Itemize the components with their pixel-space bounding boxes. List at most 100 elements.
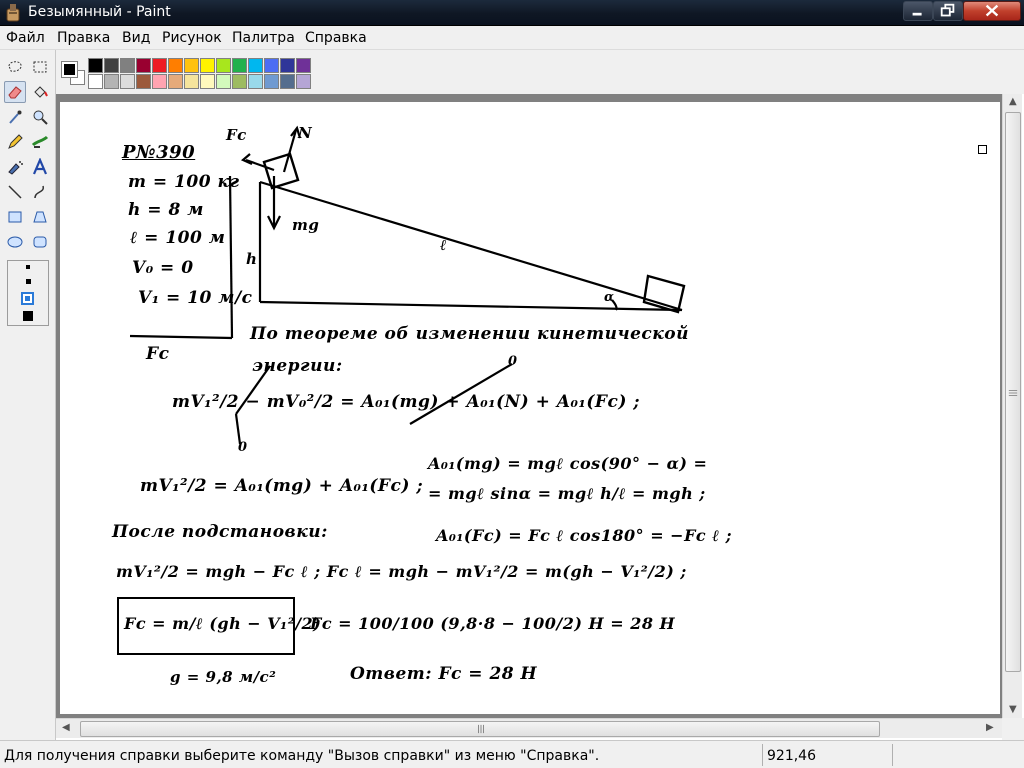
pencil-tool[interactable] bbox=[4, 131, 26, 153]
fill-tool[interactable] bbox=[29, 81, 51, 103]
color-swatch[interactable] bbox=[120, 74, 135, 89]
substitution-label: После подстановки: bbox=[112, 522, 328, 542]
eraser-size-xlarge[interactable] bbox=[23, 311, 33, 321]
scroll-left-icon[interactable]: ◀ bbox=[62, 722, 70, 733]
restore-button[interactable] bbox=[933, 1, 963, 21]
curve-icon bbox=[34, 185, 44, 199]
color-swatch[interactable] bbox=[296, 58, 311, 73]
color-swatch[interactable] bbox=[168, 58, 183, 73]
tool-options-box bbox=[7, 260, 49, 326]
current-colors[interactable] bbox=[60, 58, 86, 88]
eraser-tool[interactable] bbox=[4, 81, 26, 103]
cursor-coordinates: 921,46 bbox=[762, 744, 890, 766]
magnifier-icon bbox=[33, 110, 48, 125]
menu-edit[interactable]: Правка bbox=[57, 30, 110, 46]
given-length: ℓ = 100 м bbox=[130, 228, 226, 248]
rounded-rect-tool[interactable] bbox=[29, 231, 51, 253]
menu-view[interactable]: Вид bbox=[122, 30, 150, 46]
horizontal-scrollbar[interactable]: ◀ ▶ bbox=[56, 718, 1002, 738]
color-swatch[interactable] bbox=[184, 74, 199, 89]
color-swatch[interactable] bbox=[152, 58, 167, 73]
airbrush-tool[interactable] bbox=[4, 156, 26, 178]
mg-label: mg bbox=[292, 216, 320, 234]
polygon-icon bbox=[33, 211, 47, 223]
magnifier-tool[interactable] bbox=[29, 106, 51, 128]
h-label: h bbox=[246, 250, 258, 268]
color-swatch[interactable] bbox=[232, 58, 247, 73]
free-select-icon bbox=[8, 61, 22, 72]
color-swatch[interactable] bbox=[184, 58, 199, 73]
close-button[interactable] bbox=[963, 1, 1021, 21]
canvas-resize-handle[interactable] bbox=[978, 145, 987, 154]
brush-tool[interactable] bbox=[29, 131, 51, 153]
minimize-button[interactable] bbox=[903, 1, 933, 21]
color-swatch[interactable] bbox=[152, 74, 167, 89]
restore-icon bbox=[940, 3, 955, 17]
color-swatch[interactable] bbox=[248, 74, 263, 89]
status-help-text: Для получения справки выберите команду "… bbox=[4, 748, 600, 764]
color-swatch[interactable] bbox=[200, 74, 215, 89]
scroll-right-icon[interactable]: ▶ bbox=[986, 722, 994, 733]
color-swatch[interactable] bbox=[264, 74, 279, 89]
menu-bar: Файл Правка Вид Рисунок Палитра Справка bbox=[0, 26, 1024, 50]
rectangle-tool[interactable] bbox=[4, 206, 26, 228]
color-swatch[interactable] bbox=[200, 58, 215, 73]
color-swatch[interactable] bbox=[88, 58, 103, 73]
color-swatch[interactable] bbox=[136, 58, 151, 73]
color-swatch[interactable] bbox=[296, 74, 311, 89]
horizontal-scroll-thumb[interactable] bbox=[80, 721, 880, 737]
color-swatch[interactable] bbox=[248, 58, 263, 73]
ellipse-tool[interactable] bbox=[4, 231, 26, 253]
energy-equation: mV₁²/2 − mV₀²/2 = A₀₁(mg) + A₀₁(N) + A₀₁… bbox=[172, 392, 641, 412]
line-tool[interactable] bbox=[4, 181, 26, 203]
color-swatch[interactable] bbox=[232, 74, 247, 89]
rect-select-icon bbox=[33, 61, 47, 73]
tool-panel bbox=[0, 50, 56, 740]
alpha-label: α bbox=[604, 290, 615, 305]
brush-icon bbox=[31, 135, 49, 148]
vertical-scrollbar[interactable]: ▲ ▼ bbox=[1002, 94, 1022, 720]
given-v1: V₁ = 10 м/с bbox=[138, 288, 253, 308]
menu-file[interactable]: Файл bbox=[6, 30, 45, 46]
drawing-canvas[interactable]: Р№390 m = 100 кг h = 8 м ℓ = 100 м V₀ = … bbox=[60, 102, 1000, 714]
status-bar: Для получения справки выберите команду "… bbox=[0, 740, 1024, 768]
title-bar: Безымянный - Paint bbox=[0, 0, 1024, 26]
menu-help[interactable]: Справка bbox=[305, 30, 367, 46]
work-fc-line: A₀₁(Fc) = Fc ℓ cos180° = −Fc ℓ ; bbox=[436, 526, 733, 545]
foreground-color-swatch[interactable] bbox=[61, 61, 78, 78]
menu-image[interactable]: Рисунок bbox=[162, 30, 222, 46]
color-swatch[interactable] bbox=[88, 74, 103, 89]
color-swatch[interactable] bbox=[104, 58, 119, 73]
work-mg-line-1: A₀₁(mg) = mgℓ cos(90° − α) = bbox=[428, 454, 708, 473]
color-swatch[interactable] bbox=[104, 74, 119, 89]
text-tool[interactable] bbox=[29, 156, 51, 178]
status-size-pane bbox=[892, 744, 1022, 766]
vertical-scroll-thumb[interactable] bbox=[1005, 112, 1021, 672]
curve-tool[interactable] bbox=[29, 181, 51, 203]
theorem-line-2: энергии: bbox=[252, 356, 343, 376]
line-icon bbox=[8, 185, 22, 199]
scrollbar-corner bbox=[1002, 718, 1024, 740]
scroll-up-icon[interactable]: ▲ bbox=[1009, 96, 1017, 107]
color-swatch[interactable] bbox=[280, 74, 295, 89]
menu-palette[interactable]: Палитра bbox=[232, 30, 295, 46]
eraser-size-medium[interactable] bbox=[26, 279, 31, 284]
window-title: Безымянный - Paint bbox=[28, 4, 171, 20]
paint-app-icon[interactable] bbox=[4, 3, 22, 23]
color-swatch[interactable] bbox=[216, 74, 231, 89]
find-fc: Fc bbox=[146, 344, 170, 364]
color-swatch[interactable] bbox=[280, 58, 295, 73]
scroll-down-icon[interactable]: ▼ bbox=[1009, 704, 1017, 715]
eraser-size-large-selected[interactable] bbox=[21, 292, 34, 305]
text-icon bbox=[32, 158, 48, 175]
free-select-tool[interactable] bbox=[4, 56, 26, 78]
color-picker-tool[interactable] bbox=[4, 106, 26, 128]
color-swatch[interactable] bbox=[136, 74, 151, 89]
color-swatch[interactable] bbox=[168, 74, 183, 89]
rect-select-tool[interactable] bbox=[29, 56, 51, 78]
color-swatch[interactable] bbox=[264, 58, 279, 73]
eraser-size-small[interactable] bbox=[26, 265, 30, 269]
color-swatch[interactable] bbox=[120, 58, 135, 73]
polygon-tool[interactable] bbox=[29, 206, 51, 228]
color-swatch[interactable] bbox=[216, 58, 231, 73]
